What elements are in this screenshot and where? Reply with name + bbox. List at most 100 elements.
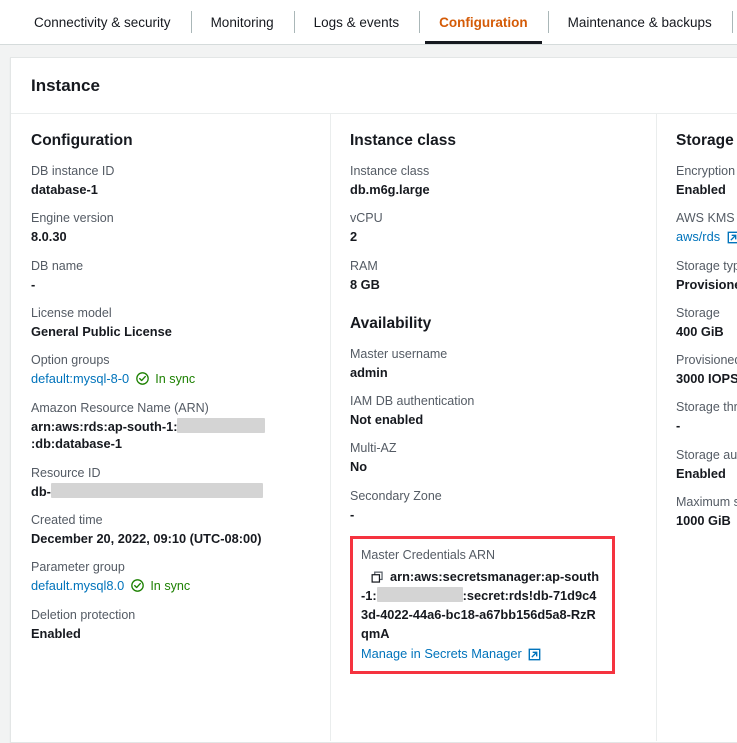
storage-heading: Storage — [676, 132, 737, 150]
field-value: aws/rds — [676, 228, 737, 245]
sync-status: In sync — [150, 579, 190, 593]
page-title: Instance — [31, 76, 100, 96]
sync-status: In sync — [155, 372, 195, 386]
arn-suffix: :db:database-1 — [31, 436, 122, 451]
field-deletion-protection: Deletion protection Enabled — [31, 608, 310, 642]
field-value: No — [350, 458, 636, 475]
field-label: IAM DB authentication — [350, 394, 636, 408]
field-value: Enabled — [676, 465, 737, 482]
field-label: Maximum storage threshold — [676, 495, 737, 509]
field-kms-key: AWS KMS key aws/rds — [676, 211, 737, 245]
redacted-resource-id — [51, 483, 263, 498]
field-iam-db-authentication: IAM DB authentication Not enabled — [350, 394, 636, 428]
field-vcpu: vCPU 2 — [350, 211, 636, 245]
field-label: Storage — [676, 306, 737, 320]
check-circle-icon — [131, 579, 144, 592]
field-label: vCPU — [350, 211, 636, 225]
field-value: - — [676, 417, 737, 434]
field-value: - — [350, 506, 636, 523]
arn-prefix: arn:aws:rds:ap-south-1: — [31, 419, 177, 434]
configuration-heading: Configuration — [31, 132, 310, 150]
field-value: 8.0.30 — [31, 228, 310, 245]
external-link-icon — [727, 231, 737, 244]
field-label: Storage throughput — [676, 400, 737, 414]
field-value: 3000 IOPS — [676, 370, 737, 387]
field-value: 1000 GiB — [676, 512, 737, 529]
availability-heading: Availability — [350, 315, 636, 333]
field-label: Multi-AZ — [350, 441, 636, 455]
field-storage: Storage 400 GiB — [676, 306, 737, 340]
tab-label: Configuration — [439, 15, 527, 30]
tab-label: Monitoring — [211, 15, 274, 30]
field-value: Enabled — [31, 625, 310, 642]
link-label: Manage in Secrets Manager — [361, 646, 522, 661]
external-link-icon — [528, 648, 541, 661]
field-value: db- — [31, 483, 310, 500]
field-master-username: Master username admin — [350, 347, 636, 381]
manage-in-secrets-manager-link[interactable]: Manage in Secrets Manager — [361, 646, 602, 661]
field-value: db.m6g.large — [350, 181, 636, 198]
field-multi-az: Multi-AZ No — [350, 441, 636, 475]
tab-configuration[interactable]: Configuration — [419, 0, 547, 44]
field-provisioned-iops: Provisioned IOPS 3000 IOPS — [676, 353, 737, 387]
field-secondary-zone: Secondary Zone - — [350, 489, 636, 523]
storage-column: Storage Encryption Enabled AWS KMS key a… — [656, 114, 737, 741]
field-db-name: DB name - — [31, 259, 310, 293]
kms-key-link[interactable]: aws/rds — [676, 229, 720, 244]
field-label: Master username — [350, 347, 636, 361]
field-storage-autoscaling: Storage autoscaling Enabled — [676, 448, 737, 482]
field-value: default:mysql-8-0 In sync — [31, 370, 310, 388]
field-maximum-storage: Maximum storage threshold 1000 GiB — [676, 495, 737, 529]
instance-class-heading: Instance class — [350, 132, 636, 150]
tab-maintenance-backups[interactable]: Maintenance & backups — [548, 0, 732, 44]
field-label: Option groups — [31, 353, 310, 367]
field-value: December 20, 2022, 09:10 (UTC-08:00) — [31, 530, 310, 547]
field-label: Encryption — [676, 164, 737, 178]
tab-tags[interactable]: Ta — [732, 0, 737, 44]
field-label: AWS KMS key — [676, 211, 737, 225]
field-label: Deletion protection — [31, 608, 310, 622]
field-label: DB name — [31, 259, 310, 273]
field-value: General Public License — [31, 323, 310, 340]
field-label: Storage type — [676, 259, 737, 273]
field-value: 2 — [350, 228, 636, 245]
field-value: default.mysql8.0 In sync — [31, 577, 310, 595]
option-group-link[interactable]: default:mysql-8-0 — [31, 371, 129, 386]
tab-monitoring[interactable]: Monitoring — [191, 0, 294, 44]
field-label: Resource ID — [31, 466, 310, 480]
field-label: License model — [31, 306, 310, 320]
tab-label: Logs & events — [314, 15, 400, 30]
field-label: Master Credentials ARN — [361, 548, 602, 562]
master-credentials-highlight: Master Credentials ARN arn:aws:secretsma… — [350, 536, 636, 674]
field-parameter-group: Parameter group default.mysql8.0 In sync — [31, 560, 310, 595]
panel-header: Instance — [11, 58, 737, 114]
field-label: Provisioned IOPS — [676, 353, 737, 367]
field-label: RAM — [350, 259, 636, 273]
field-value: arn:aws:secretsmanager:ap-south-1::secre… — [361, 568, 602, 644]
tab-label: Connectivity & security — [34, 15, 171, 30]
tab-label: Maintenance & backups — [568, 15, 712, 30]
field-label: Engine version — [31, 211, 310, 225]
field-license-model: License model General Public License — [31, 306, 310, 340]
field-storage-throughput: Storage throughput - — [676, 400, 737, 434]
parameter-group-link[interactable]: default.mysql8.0 — [31, 578, 124, 593]
details-columns: Configuration DB instance ID database-1 … — [11, 114, 737, 741]
field-created-time: Created time December 20, 2022, 09:10 (U… — [31, 513, 310, 547]
field-arn: Amazon Resource Name (ARN) arn:aws:rds:a… — [31, 401, 310, 453]
copy-icon[interactable] — [371, 571, 384, 584]
field-value: Provisioned IOPS SSD (io1) — [676, 276, 737, 293]
field-label: Instance class — [350, 164, 636, 178]
field-label: Created time — [31, 513, 310, 527]
tab-bar: Connectivity & security Monitoring Logs … — [0, 0, 737, 45]
field-value: arn:aws:rds:ap-south-1::db:database-1 — [31, 418, 310, 453]
tab-logs-events[interactable]: Logs & events — [294, 0, 420, 44]
configuration-column: Configuration DB instance ID database-1 … — [11, 114, 330, 741]
field-storage-type: Storage type Provisioned IOPS SSD (io1) — [676, 259, 737, 293]
resource-id-prefix: db- — [31, 484, 51, 499]
tab-connectivity-security[interactable]: Connectivity & security — [14, 0, 191, 44]
field-option-groups: Option groups default:mysql-8-0 In sync — [31, 353, 310, 388]
field-resource-id: Resource ID db- — [31, 466, 310, 500]
field-value: 8 GB — [350, 276, 636, 293]
field-value: - — [31, 276, 310, 293]
instance-class-column: Instance class Instance class db.m6g.lar… — [330, 114, 656, 741]
